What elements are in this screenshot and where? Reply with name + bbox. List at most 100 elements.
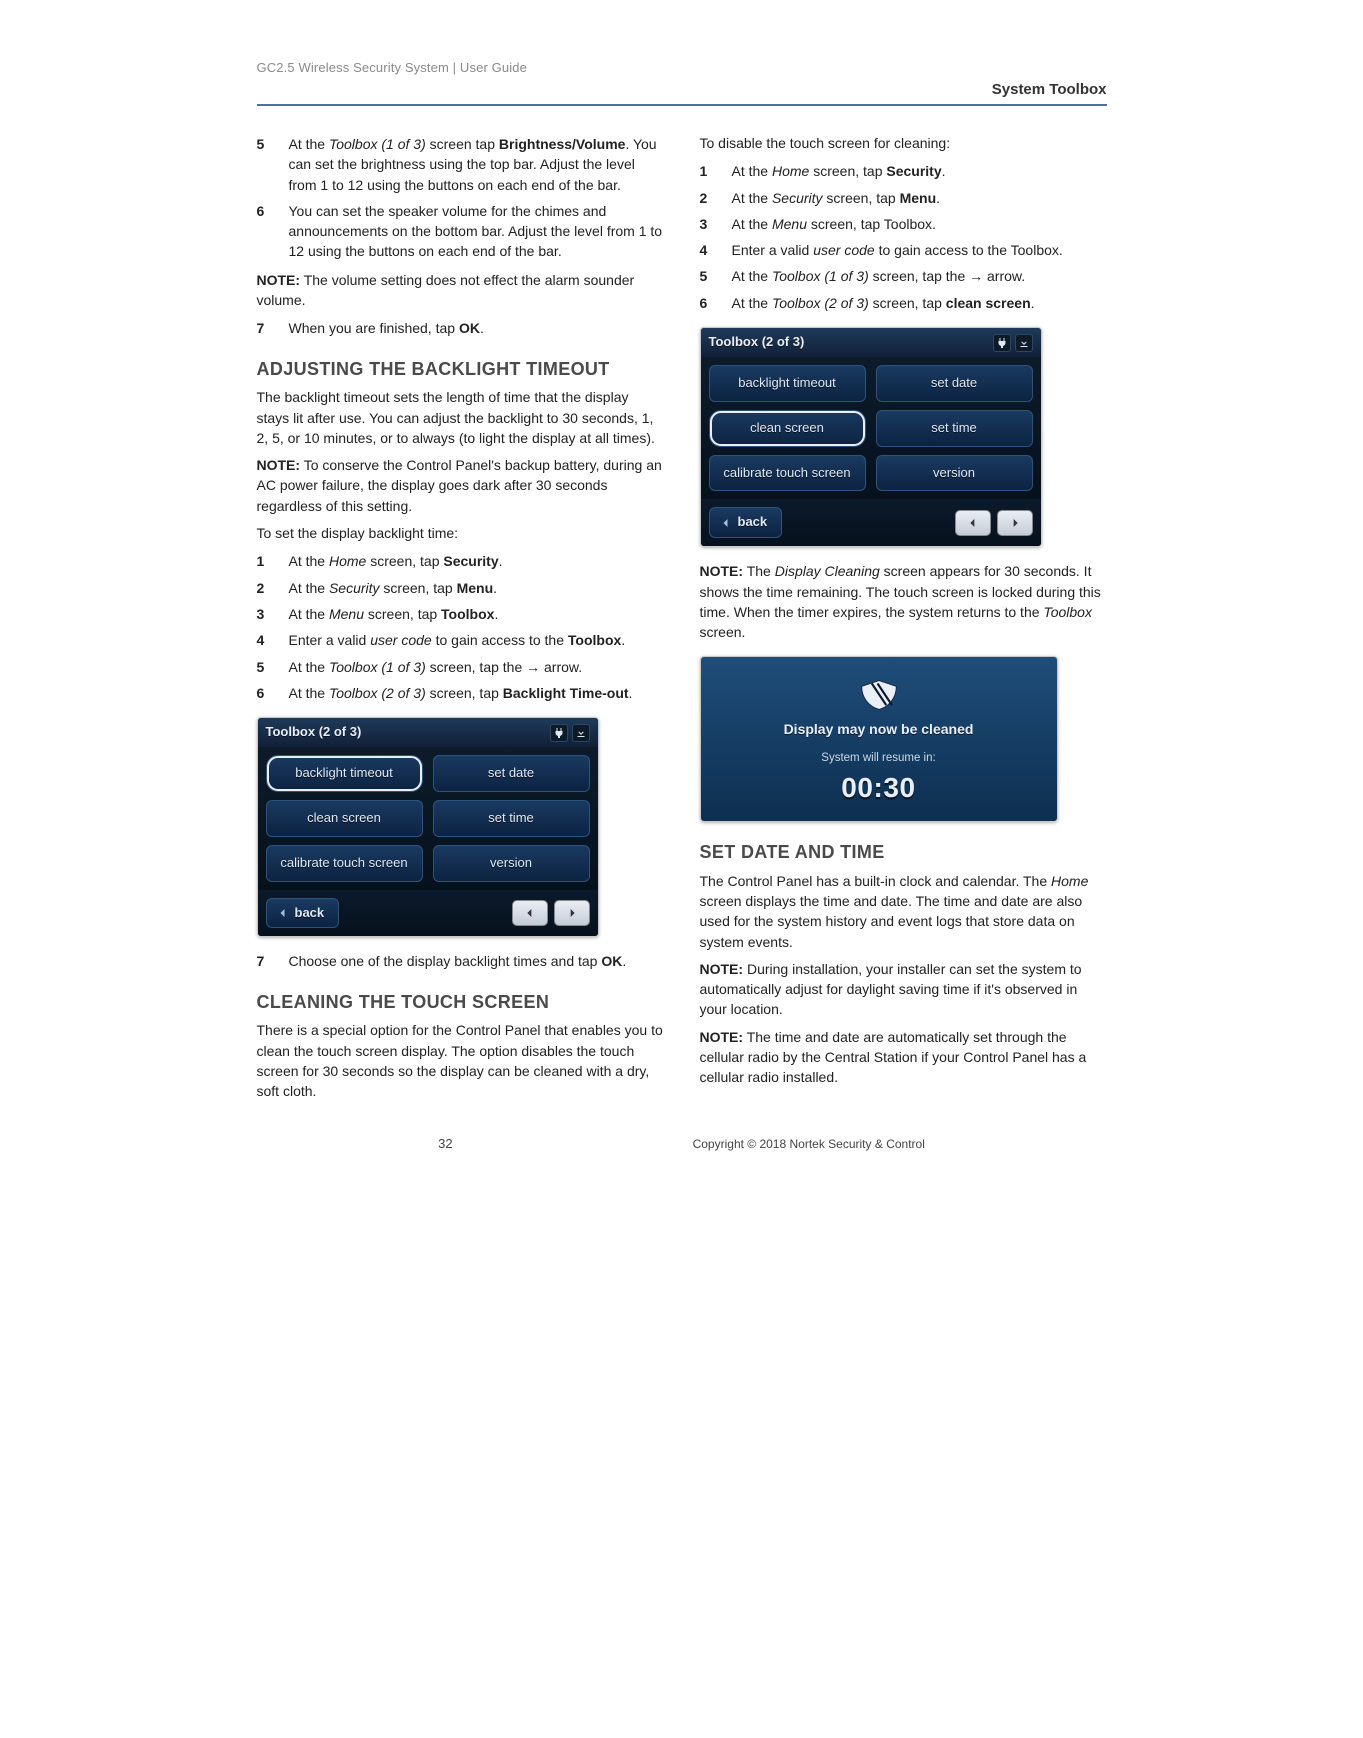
list-item: 4 Enter a valid user code to gain access … — [700, 240, 1107, 260]
adjust-note: NOTE: To conserve the Control Panel's ba… — [257, 455, 664, 516]
list-item: 2 At the Security screen, tap Menu. — [700, 188, 1107, 208]
step-number: 6 — [700, 293, 716, 313]
toolbox-screenshot-backlight: Toolbox (2 of 3) backlight timeout set d… — [257, 717, 599, 937]
list-item: 1 At the Home screen, tap Security. — [257, 551, 664, 571]
list-item: 7 Choose one of the display backlight tim… — [257, 951, 664, 971]
step-number: 1 — [257, 551, 273, 571]
step-text: Enter a valid user code to gain access t… — [289, 630, 626, 650]
step-text: At the Toolbox (1 of 3) screen, tap the … — [732, 266, 1026, 286]
device-btn-set-time: set time — [433, 800, 590, 837]
adjust-intro: The backlight timeout sets the length of… — [257, 387, 664, 448]
step-text: At the Security screen, tap Menu. — [289, 578, 498, 598]
list-item: 5 At the Toolbox (1 of 3) screen, tap the… — [257, 657, 664, 677]
header-rule — [257, 104, 1107, 106]
date-note2: NOTE: The time and date are automaticall… — [700, 1027, 1107, 1088]
device-prev-arrow — [512, 900, 548, 926]
clean-note: NOTE: The Display Cleaning screen appear… — [700, 561, 1107, 642]
step-number: 3 — [257, 604, 273, 624]
list-item: 1 At the Home screen, tap Security. — [700, 161, 1107, 181]
device-btn-set-date: set date — [433, 755, 590, 792]
step-text: You can set the speaker volume for the c… — [289, 201, 664, 262]
list-item: 7 When you are finished, tap OK. — [257, 318, 664, 338]
list-item: 6 At the Toolbox (2 of 3) screen, tap cle… — [700, 293, 1107, 313]
step-text: When you are finished, tap OK. — [289, 318, 484, 338]
step-number: 3 — [700, 214, 716, 234]
note-volume: NOTE: The volume setting does not effect… — [257, 270, 664, 311]
section-header: System Toolbox — [257, 81, 1107, 98]
device-title: Toolbox (2 of 3) — [709, 333, 805, 352]
step-number: 4 — [700, 240, 716, 260]
step-text: Enter a valid user code to gain access t… — [732, 240, 1063, 260]
step-number: 5 — [257, 134, 273, 195]
left-column: 5 At the Toolbox (1 of 3) screen tap Brig… — [257, 126, 664, 1108]
device-back-label: back — [295, 904, 325, 923]
heading-adjust-backlight: ADJUSTING THE BACKLIGHT TIMEOUT — [257, 359, 664, 381]
device-btn-clean-screen: clean screen — [709, 410, 866, 447]
step-number: 4 — [257, 630, 273, 650]
clean-lead: To disable the touch screen for cleaning… — [700, 133, 1107, 153]
device-btn-version: version — [876, 455, 1033, 492]
step-number: 7 — [257, 318, 273, 338]
list-item: 6 At the Toolbox (2 of 3) screen, tap Bac… — [257, 683, 664, 703]
list-item: 3 At the Menu screen, tap Toolbox. — [257, 604, 664, 624]
device-btn-calibrate: calibrate touch screen — [266, 845, 423, 882]
step-number: 5 — [257, 657, 273, 677]
cleaning-shield-icon — [856, 679, 902, 711]
list-item: 2 At the Security screen, tap Menu. — [257, 578, 664, 598]
toolbox-screenshot-clean: Toolbox (2 of 3) backlight timeout set d… — [700, 327, 1042, 547]
step-number: 1 — [700, 161, 716, 181]
download-icon — [572, 724, 590, 742]
step-text: At the Menu screen, tap Toolbox. — [289, 604, 499, 624]
list-item: 5 At the Toolbox (1 of 3) screen tap Brig… — [257, 134, 664, 195]
device-back-button: back — [266, 898, 340, 929]
doc-header: GC2.5 Wireless Security System | User Gu… — [257, 60, 1107, 75]
device-next-arrow — [997, 510, 1033, 536]
date-intro: The Control Panel has a built-in clock a… — [700, 871, 1107, 952]
device-btn-backlight-timeout: backlight timeout — [709, 365, 866, 402]
page-number: 32 — [438, 1136, 452, 1151]
step-number: 5 — [700, 266, 716, 286]
clean-line1: Display may now be cleaned — [709, 719, 1049, 739]
step-number: 7 — [257, 951, 273, 971]
device-back-label: back — [738, 513, 768, 532]
device-btn-set-time: set time — [876, 410, 1033, 447]
clean-timer: 00:30 — [709, 768, 1049, 809]
ac-power-icon — [550, 724, 568, 742]
step-number: 6 — [257, 201, 273, 262]
device-btn-calibrate: calibrate touch screen — [709, 455, 866, 492]
device-btn-set-date: set date — [876, 365, 1033, 402]
step-number: 6 — [257, 683, 273, 703]
date-note1: NOTE: During installation, your installe… — [700, 959, 1107, 1020]
device-next-arrow — [554, 900, 590, 926]
step-text: At the Menu screen, tap Toolbox. — [732, 214, 936, 234]
step-text: At the Toolbox (2 of 3) screen, tap clea… — [732, 293, 1035, 313]
heading-cleaning: CLEANING THE TOUCH SCREEN — [257, 992, 664, 1014]
ac-power-icon — [993, 334, 1011, 352]
copyright: Copyright © 2018 Nortek Security & Contr… — [693, 1137, 925, 1151]
download-icon — [1015, 334, 1033, 352]
display-cleaning-screenshot: Display may now be cleaned System will r… — [700, 656, 1058, 822]
device-btn-backlight-timeout: backlight timeout — [266, 755, 423, 792]
step-number: 2 — [257, 578, 273, 598]
list-item: 5 At the Toolbox (1 of 3) screen, tap the… — [700, 266, 1107, 286]
step-text: At the Toolbox (2 of 3) screen, tap Back… — [289, 683, 633, 703]
clean-intro: There is a special option for the Contro… — [257, 1020, 664, 1101]
step-text: At the Toolbox (1 of 3) screen tap Brigh… — [289, 134, 664, 195]
device-prev-arrow — [955, 510, 991, 536]
device-back-button: back — [709, 507, 783, 538]
step-text: Choose one of the display backlight time… — [289, 951, 627, 971]
right-column: To disable the touch screen for cleaning… — [700, 126, 1107, 1108]
step-text: At the Security screen, tap Menu. — [732, 188, 941, 208]
device-title: Toolbox (2 of 3) — [266, 723, 362, 742]
step-number: 2 — [700, 188, 716, 208]
list-item: 6 You can set the speaker volume for the … — [257, 201, 664, 262]
list-item: 4 Enter a valid user code to gain access … — [257, 630, 664, 650]
page-footer: 32 Copyright © 2018 Nortek Security & Co… — [257, 1136, 1107, 1151]
step-text: At the Home screen, tap Security. — [732, 161, 946, 181]
device-btn-clean-screen: clean screen — [266, 800, 423, 837]
clean-line2: System will resume in: — [709, 750, 1049, 767]
adjust-lead: To set the display backlight time: — [257, 523, 664, 543]
step-text: At the Home screen, tap Security. — [289, 551, 503, 571]
step-text: At the Toolbox (1 of 3) screen, tap the … — [289, 657, 583, 677]
list-item: 3 At the Menu screen, tap Toolbox. — [700, 214, 1107, 234]
